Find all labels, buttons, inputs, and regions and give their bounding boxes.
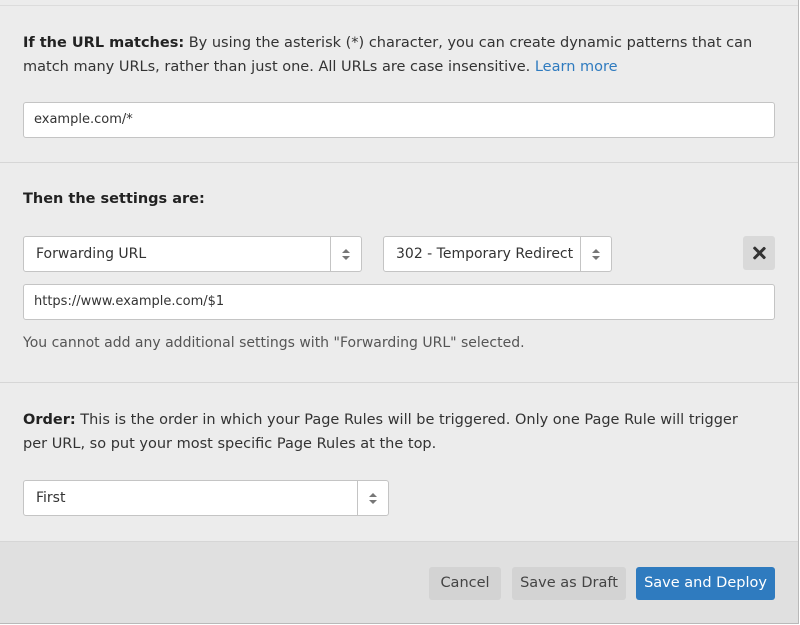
sort-arrows-icon xyxy=(330,237,361,271)
setting-type-value: Forwarding URL xyxy=(36,246,147,262)
learn-more-link[interactable]: Learn more xyxy=(535,59,618,75)
sort-arrows-icon xyxy=(580,237,611,271)
settings-section: Then the settings are: Forwarding URL 30… xyxy=(0,163,798,383)
order-description: Order: This is the order in which your P… xyxy=(23,408,763,456)
settings-heading: Then the settings are: xyxy=(23,191,205,207)
url-pattern-input[interactable]: example.com/* xyxy=(23,102,775,138)
destination-url-input[interactable]: https://www.example.com/$1 xyxy=(23,284,775,320)
setting-type-select[interactable]: Forwarding URL xyxy=(23,236,362,272)
form-footer: Cancel Save as Draft Save and Deploy xyxy=(0,541,798,623)
order-heading: Order: xyxy=(23,412,76,428)
order-select[interactable]: First xyxy=(23,480,389,516)
save-and-deploy-button[interactable]: Save and Deploy xyxy=(636,567,775,600)
close-icon xyxy=(752,246,766,260)
order-value: First xyxy=(36,490,66,506)
url-match-section: If the URL matches: By using the asteris… xyxy=(0,6,798,163)
page-rule-form: If the URL matches: By using the asteris… xyxy=(0,0,799,624)
order-text: This is the order in which your Page Rul… xyxy=(23,412,738,452)
order-section: Order: This is the order in which your P… xyxy=(0,383,798,541)
redirect-status-select[interactable]: 302 - Temporary Redirect xyxy=(383,236,612,272)
redirect-status-value: 302 - Temporary Redirect xyxy=(396,246,574,262)
sort-arrows-icon xyxy=(357,481,388,515)
save-as-draft-button[interactable]: Save as Draft xyxy=(512,567,626,600)
url-match-description: If the URL matches: By using the asteris… xyxy=(23,31,763,79)
forwarding-note: You cannot add any additional settings w… xyxy=(23,335,525,351)
cancel-button[interactable]: Cancel xyxy=(429,567,501,600)
remove-setting-button[interactable] xyxy=(743,236,775,270)
url-match-heading: If the URL matches: xyxy=(23,35,185,51)
